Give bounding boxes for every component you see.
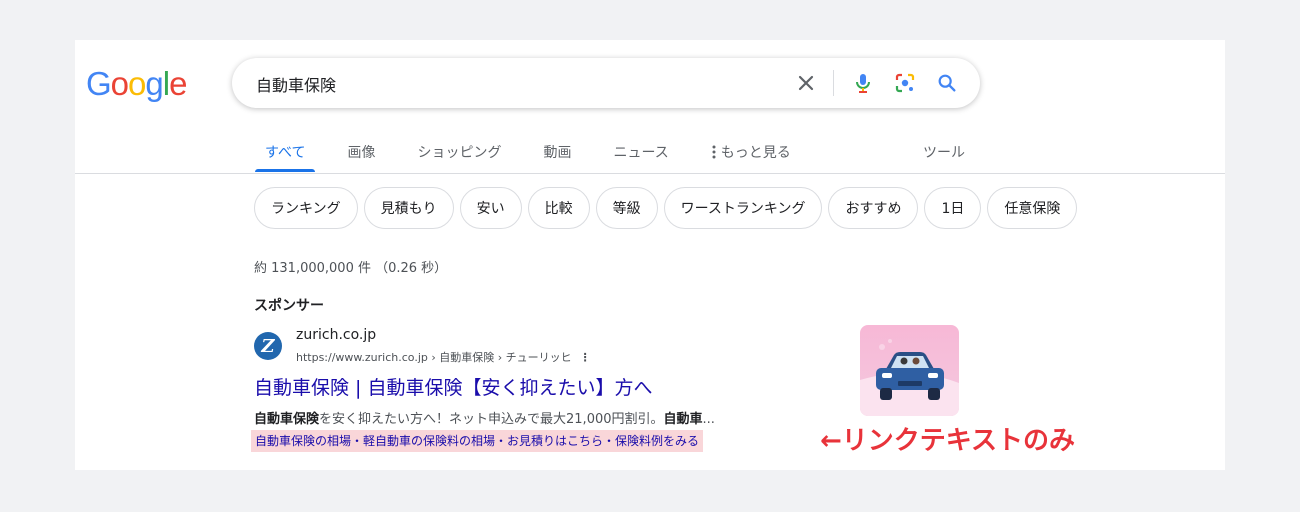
close-icon[interactable] xyxy=(794,71,818,95)
ad-sitelinks[interactable]: 自動車保険の相場・軽自動車の保険料の相場・お見積りはこちら・保険料例をみる xyxy=(251,430,704,452)
search-divider xyxy=(833,70,834,96)
tab-shopping[interactable]: ショッピング xyxy=(407,136,511,172)
ad-desc-text: を安く抑えたい方へ！ネット申込みで最大21,000円割引。 xyxy=(319,412,664,427)
zurich-favicon[interactable]: Z xyxy=(254,332,282,360)
chip-grade[interactable]: 等級 xyxy=(595,187,658,229)
ad-desc-bold: 自動車保険 xyxy=(254,412,320,427)
chip-recommended[interactable]: おすすめ xyxy=(828,187,919,229)
logo-letter: e xyxy=(169,65,187,102)
ad-url[interactable]: https://www.zurich.co.jp › 自動車保険 › チューリッ… xyxy=(296,349,591,365)
filter-chips: ランキング 見積もり 安い 比較 等級 ワーストランキング おすすめ 1日 任意… xyxy=(254,187,1083,229)
chip-worst-ranking[interactable]: ワーストランキング xyxy=(663,187,823,229)
tab-news[interactable]: ニュース xyxy=(603,136,678,172)
ad-thumbnail-car-image[interactable] xyxy=(860,325,959,416)
chip-optional-insurance[interactable]: 任意保険 xyxy=(987,187,1078,229)
ad-domain[interactable]: zurich.co.jp xyxy=(296,327,376,343)
tab-more[interactable]: もっと見る xyxy=(701,136,801,172)
ad-description: 自動車保険を安く抑えたい方へ！ネット申込みで最大21,000円割引。自動車... xyxy=(254,408,715,427)
logo-letter: G xyxy=(86,65,112,102)
chip-cheap[interactable]: 安い xyxy=(459,187,522,229)
tab-more-label: もっと見る xyxy=(720,145,791,161)
search-results-page: Google 自動車保険 すべて 画像 ショッピング 動画 ニュース もっと見る… xyxy=(75,40,1225,470)
search-tabs: すべて 画像 ショッピング 動画 ニュース もっと見る xyxy=(255,136,823,172)
logo-letter: g xyxy=(145,65,163,102)
tab-videos[interactable]: 動画 xyxy=(533,136,581,172)
header-divider xyxy=(75,173,1225,174)
search-input[interactable]: 自動車保険 xyxy=(256,72,336,96)
search-icon[interactable] xyxy=(934,70,960,96)
more-vert-icon xyxy=(711,142,717,164)
ad-title-link[interactable]: 自動車保険 | 自動車保険【安く抑えたい】方へ xyxy=(254,373,652,400)
chip-compare[interactable]: 比較 xyxy=(527,187,590,229)
ad-desc-bold: 自動車 xyxy=(663,412,703,427)
google-logo[interactable]: Google xyxy=(86,65,187,103)
ad-desc-text: ... xyxy=(702,412,715,427)
chip-ranking[interactable]: ランキング xyxy=(254,187,358,229)
ad-url-text: https://www.zurich.co.jp › 自動車保険 › チューリッ… xyxy=(296,351,572,364)
lens-icon[interactable] xyxy=(892,70,918,96)
logo-letter: o xyxy=(128,65,146,102)
tab-images[interactable]: 画像 xyxy=(337,136,385,172)
chip-one-day[interactable]: 1日 xyxy=(924,187,982,229)
logo-letter: o xyxy=(110,65,129,102)
more-vert-icon[interactable]: ⋮ xyxy=(580,351,591,364)
tab-all[interactable]: すべて xyxy=(255,136,316,172)
search-box[interactable]: 自動車保険 xyxy=(232,58,980,108)
annotation-text: ←リンクテキストのみ xyxy=(820,426,1076,456)
sponsored-label: スポンサー xyxy=(254,298,324,314)
result-stats: 約 131,000,000 件 （0.26 秒） xyxy=(254,261,448,276)
tools-button[interactable]: ツール xyxy=(923,142,965,162)
chip-estimate[interactable]: 見積もり xyxy=(363,187,454,229)
mic-icon[interactable] xyxy=(850,70,876,96)
